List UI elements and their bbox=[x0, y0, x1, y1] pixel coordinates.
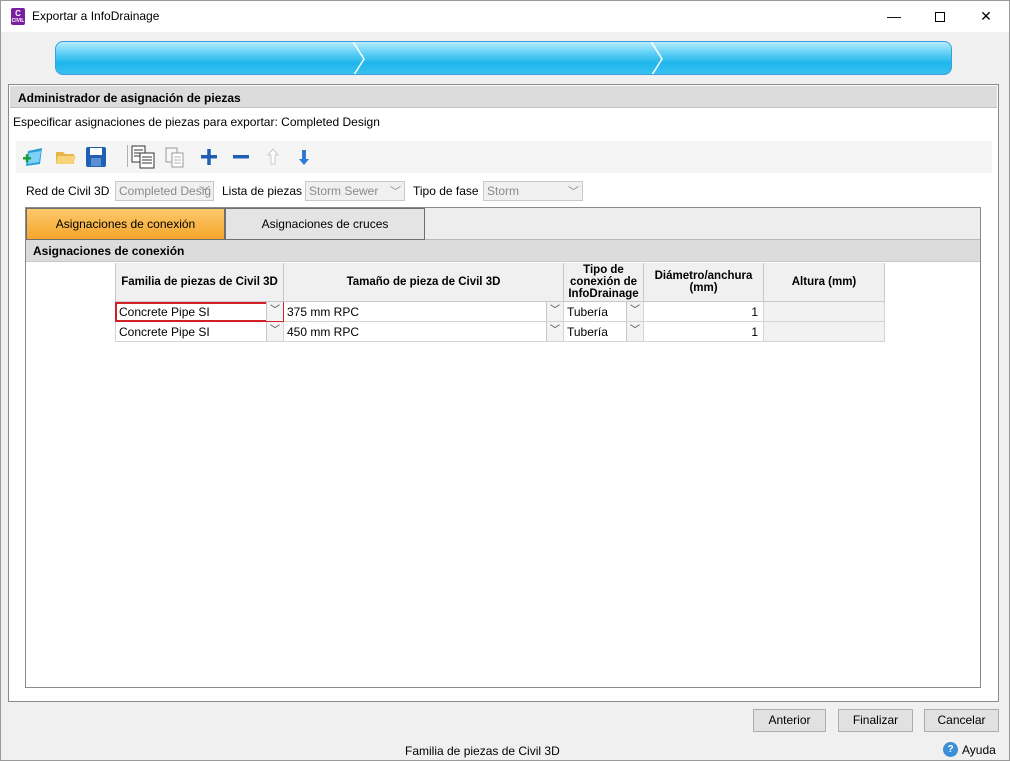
phase-select[interactable]: Storm ﹀ bbox=[483, 181, 583, 201]
wizard-progress-bar bbox=[55, 41, 952, 75]
window-title: Exportar a InfoDrainage bbox=[32, 9, 160, 23]
network-value: Completed Desig bbox=[119, 184, 212, 198]
cell-family-value: Concrete Pipe SI bbox=[119, 305, 210, 319]
export-dialog: C CIVIL Exportar a InfoDrainage — ✕ Admin… bbox=[0, 0, 1010, 761]
filters-row: Red de Civil 3D Completed Desig ﹀ Lista … bbox=[9, 179, 999, 203]
help-icon: ? bbox=[943, 742, 958, 758]
open-folder-icon bbox=[56, 152, 76, 164]
civil3d-app-icon: C CIVIL bbox=[11, 8, 25, 25]
cell-height-input bbox=[764, 322, 885, 342]
cell-connection-type-select[interactable]: Tubería ﹀ bbox=[564, 302, 644, 322]
add-icon bbox=[201, 149, 217, 165]
previous-button[interactable]: Anterior bbox=[753, 709, 826, 732]
parts-list-label: Lista de piezas bbox=[222, 184, 303, 198]
grid-section-header: Asignaciones de conexión bbox=[26, 240, 980, 262]
grid-section-title: Asignaciones de conexión bbox=[33, 244, 185, 258]
cell-size-value: 375 mm RPC bbox=[287, 305, 360, 319]
step-separator-chevron-icon bbox=[352, 42, 365, 74]
panel-subtitle: Especificar asignaciones de piezas para … bbox=[13, 115, 380, 129]
move-up-button[interactable] bbox=[261, 145, 285, 169]
mapping-manager-panel: Administrador de asignación de piezas Es… bbox=[8, 84, 999, 702]
add-row-button[interactable] bbox=[197, 145, 221, 169]
cancel-button[interactable]: Cancelar bbox=[924, 709, 999, 732]
open-button[interactable] bbox=[54, 145, 78, 169]
remove-row-button[interactable] bbox=[229, 145, 253, 169]
parts-list-value: Storm Sewer bbox=[309, 184, 379, 198]
column-header-size[interactable]: Tamaño de pieza de Civil 3D bbox=[284, 263, 564, 302]
phase-label: Tipo de fase bbox=[413, 184, 479, 198]
cell-connection-type-select[interactable]: Tubería ﹀ bbox=[564, 322, 644, 342]
chevron-down-icon[interactable]: ﹀ bbox=[546, 322, 563, 341]
move-down-icon bbox=[299, 150, 309, 165]
cell-connection-type-value: Tubería bbox=[567, 305, 608, 319]
tab-connection-mappings[interactable]: Asignaciones de conexión bbox=[26, 208, 225, 240]
maximize-button[interactable] bbox=[917, 1, 963, 32]
cell-diameter-input[interactable]: 1 bbox=[644, 302, 764, 322]
new-assignment-button[interactable] bbox=[22, 145, 46, 169]
column-header-connection-type[interactable]: Tipo de conexión de InfoDrainage bbox=[564, 263, 644, 302]
toolbar bbox=[16, 141, 992, 173]
move-up-icon bbox=[266, 148, 280, 165]
paste-button[interactable] bbox=[163, 145, 187, 169]
cell-size-select[interactable]: 450 mm RPC ﹀ bbox=[284, 322, 564, 342]
cell-diameter-input[interactable]: 1 bbox=[644, 322, 764, 342]
chevron-down-icon[interactable]: ﹀ bbox=[266, 302, 283, 321]
chevron-down-icon: ﹀ bbox=[199, 186, 210, 198]
chevron-down-icon[interactable]: ﹀ bbox=[626, 302, 643, 321]
network-select[interactable]: Completed Desig ﹀ bbox=[115, 181, 214, 201]
tab-junction-mappings[interactable]: Asignaciones de cruces bbox=[225, 208, 425, 240]
move-down-button[interactable] bbox=[292, 145, 316, 169]
chevron-down-icon[interactable]: ﹀ bbox=[626, 322, 643, 341]
save-icon bbox=[86, 147, 106, 167]
network-label: Red de Civil 3D bbox=[26, 184, 110, 198]
cell-size-value: 450 mm RPC bbox=[287, 325, 360, 339]
chevron-down-icon[interactable]: ﹀ bbox=[546, 302, 563, 321]
tabs-container: Asignaciones de conexión Asignaciones de… bbox=[25, 207, 981, 688]
column-header-height[interactable]: Altura (mm) bbox=[764, 263, 885, 302]
cell-family-select[interactable]: Concrete Pipe SI ﹀ bbox=[115, 322, 284, 342]
step-separator-chevron-icon bbox=[650, 42, 663, 74]
save-button[interactable] bbox=[84, 145, 108, 169]
section-header: Administrador de asignación de piezas bbox=[10, 86, 997, 108]
copy-mapping-button[interactable] bbox=[131, 145, 155, 169]
column-header-family[interactable]: Familia de piezas de Civil 3D bbox=[115, 263, 284, 302]
column-header-diameter[interactable]: Diámetro/anchura (mm) bbox=[644, 263, 764, 302]
finish-button[interactable]: Finalizar bbox=[838, 709, 913, 732]
status-text: Familia de piezas de Civil 3D bbox=[405, 744, 560, 758]
cell-size-select[interactable]: 375 mm RPC ﹀ bbox=[284, 302, 564, 322]
toolbar-separator bbox=[127, 145, 128, 167]
copy-mapping-icon bbox=[131, 145, 155, 169]
chevron-down-icon: ﹀ bbox=[568, 186, 579, 198]
cell-family-select[interactable]: Concrete Pipe SI ﹀ bbox=[115, 302, 284, 322]
chevron-down-icon[interactable]: ﹀ bbox=[266, 322, 283, 341]
minimize-button[interactable]: — bbox=[871, 1, 917, 32]
section-title: Administrador de asignación de piezas bbox=[18, 91, 241, 105]
cell-connection-type-value: Tubería bbox=[567, 325, 608, 339]
cell-family-value: Concrete Pipe SI bbox=[119, 325, 210, 339]
parts-list-select[interactable]: Storm Sewer ﹀ bbox=[305, 181, 405, 201]
paste-icon bbox=[165, 147, 184, 168]
phase-value: Storm bbox=[487, 184, 520, 198]
remove-icon bbox=[233, 155, 249, 159]
help-label: Ayuda bbox=[962, 742, 996, 757]
new-assignment-icon bbox=[23, 148, 42, 166]
title-bar: C CIVIL Exportar a InfoDrainage — ✕ bbox=[1, 1, 1009, 32]
help-link[interactable]: ? Ayuda bbox=[943, 742, 996, 758]
close-button[interactable]: ✕ bbox=[963, 1, 1009, 32]
chevron-down-icon: ﹀ bbox=[390, 186, 401, 198]
tab-bar: Asignaciones de conexión Asignaciones de… bbox=[26, 208, 980, 240]
cell-height-input bbox=[764, 302, 885, 322]
maximize-icon bbox=[935, 12, 945, 23]
